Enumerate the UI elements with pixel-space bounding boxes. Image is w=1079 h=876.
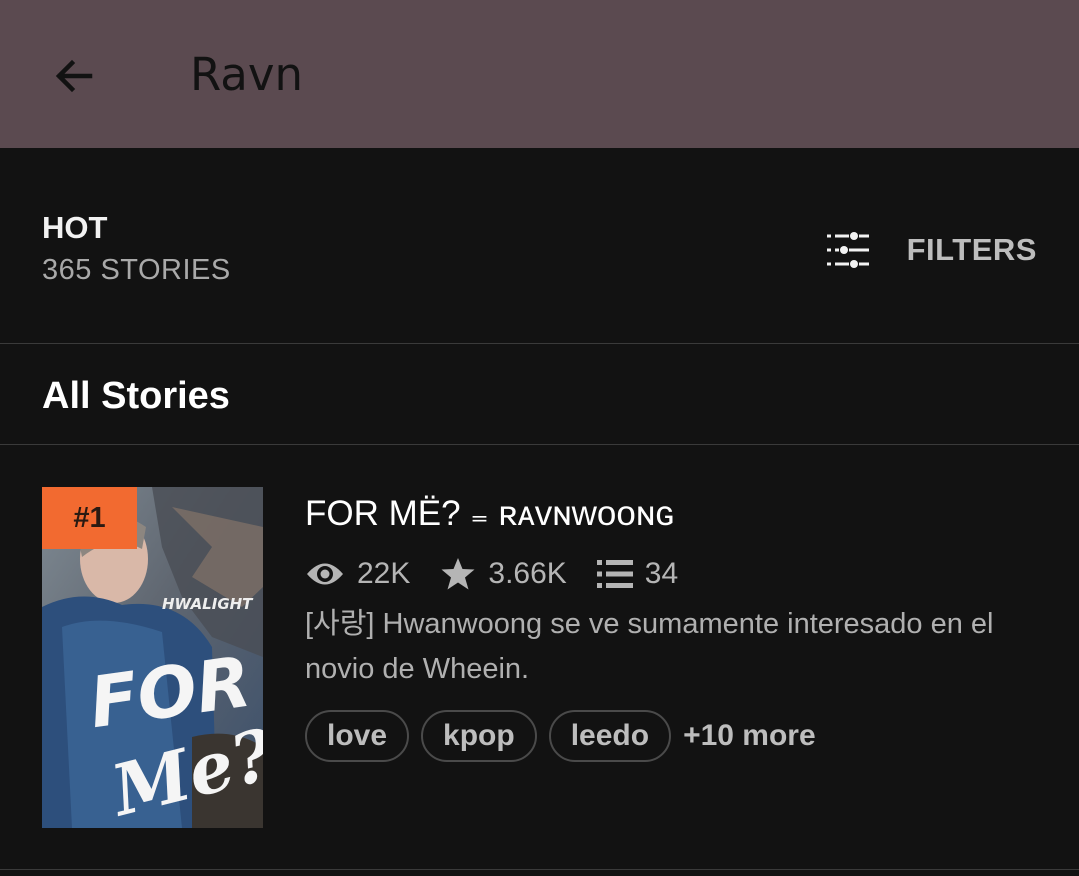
story-stats: 22K 3.66K 34	[305, 554, 708, 594]
tag-chip[interactable]: kpop	[421, 710, 537, 762]
story-cover[interactable]: HWALIGHT FOR Me? #1	[42, 487, 263, 828]
eye-icon	[307, 563, 343, 585]
views-count: 22K	[357, 557, 411, 590]
votes-count: 3.66K	[488, 557, 567, 590]
story-description: [사랑] Hwanwoong se ve sumamente interesad…	[305, 608, 994, 685]
list-icon	[596, 560, 633, 588]
filters-button[interactable]: FILTERS	[826, 228, 1037, 272]
tag-chip[interactable]: love	[305, 710, 410, 762]
back-button[interactable]	[44, 46, 104, 106]
app-bar: Ravn	[0, 0, 1079, 148]
section-label: HOT	[42, 210, 108, 245]
tag-list: love kpop leedo +10 more	[305, 710, 816, 762]
views-stat: 22K	[305, 557, 410, 591]
tag-chip[interactable]: leedo	[548, 710, 672, 762]
votes-stat: 3.66K	[440, 557, 567, 591]
sliders-icon	[826, 232, 869, 268]
all-stories-header: All Stories	[0, 345, 1079, 445]
story-title[interactable]: FOR MË? ₌ ʀᴀᴠɴᴡᴏᴏɴɢ	[305, 494, 675, 534]
cover-brand: HWALIGHT	[162, 595, 254, 613]
arrow-left-icon	[55, 59, 93, 93]
filters-label: FILTERS	[906, 232, 1037, 267]
page-title: Ravn	[190, 48, 304, 101]
parts-count: 34	[644, 557, 679, 590]
rank-badge: #1	[42, 487, 137, 549]
story-item[interactable]: HWALIGHT FOR Me? #1 FOR MË? ₌ ʀᴀᴠɴᴡᴏᴏɴɢ …	[0, 446, 1079, 870]
star-icon	[441, 558, 475, 590]
stories-count: 365 STORIES	[42, 254, 231, 286]
parts-stat: 34	[596, 557, 679, 591]
section-header: HOT 365 STORIES FILTERS	[0, 148, 1079, 344]
list-heading: All Stories	[42, 375, 230, 417]
more-tags-link[interactable]: +10 more	[683, 719, 816, 753]
